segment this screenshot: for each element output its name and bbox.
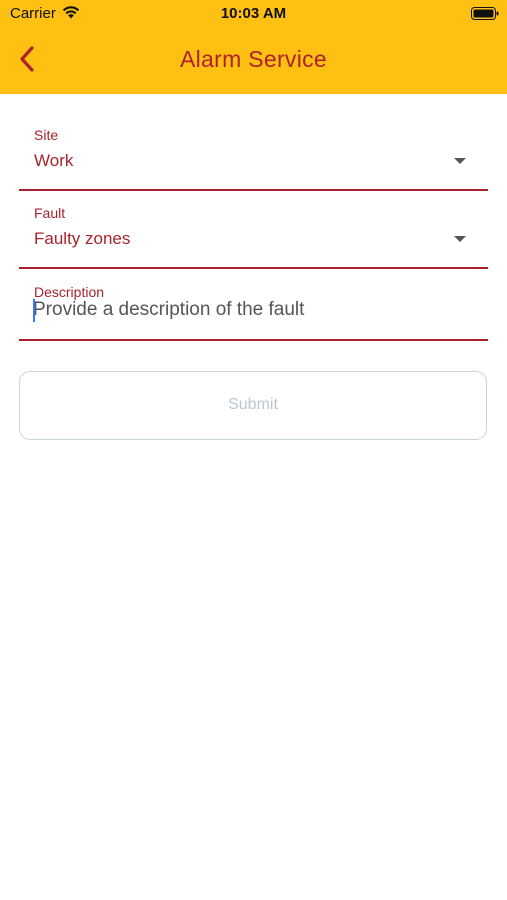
site-label: Site [34, 127, 59, 143]
fault-value: Faulty zones [34, 229, 131, 248]
description-input[interactable] [33, 296, 473, 324]
battery-icon [471, 7, 499, 20]
fault-label: Fault [34, 205, 66, 221]
fault-dropdown[interactable]: Fault Faulty zones [19, 198, 488, 269]
submit-button[interactable]: Submit [19, 371, 487, 440]
description-field[interactable]: Description [19, 276, 488, 341]
chevron-down-icon [454, 236, 466, 242]
status-bar: Carrier 10:03 AM [0, 0, 507, 28]
site-value: Work [34, 151, 74, 170]
text-cursor [33, 299, 35, 322]
chevron-down-icon [454, 158, 466, 164]
app-header: Carrier 10:03 AM Alarm Service [0, 0, 507, 94]
page-title: Alarm Service [179, 46, 328, 72]
site-dropdown[interactable]: Site Work [19, 120, 488, 191]
status-time: 10:03 AM [220, 5, 287, 22]
